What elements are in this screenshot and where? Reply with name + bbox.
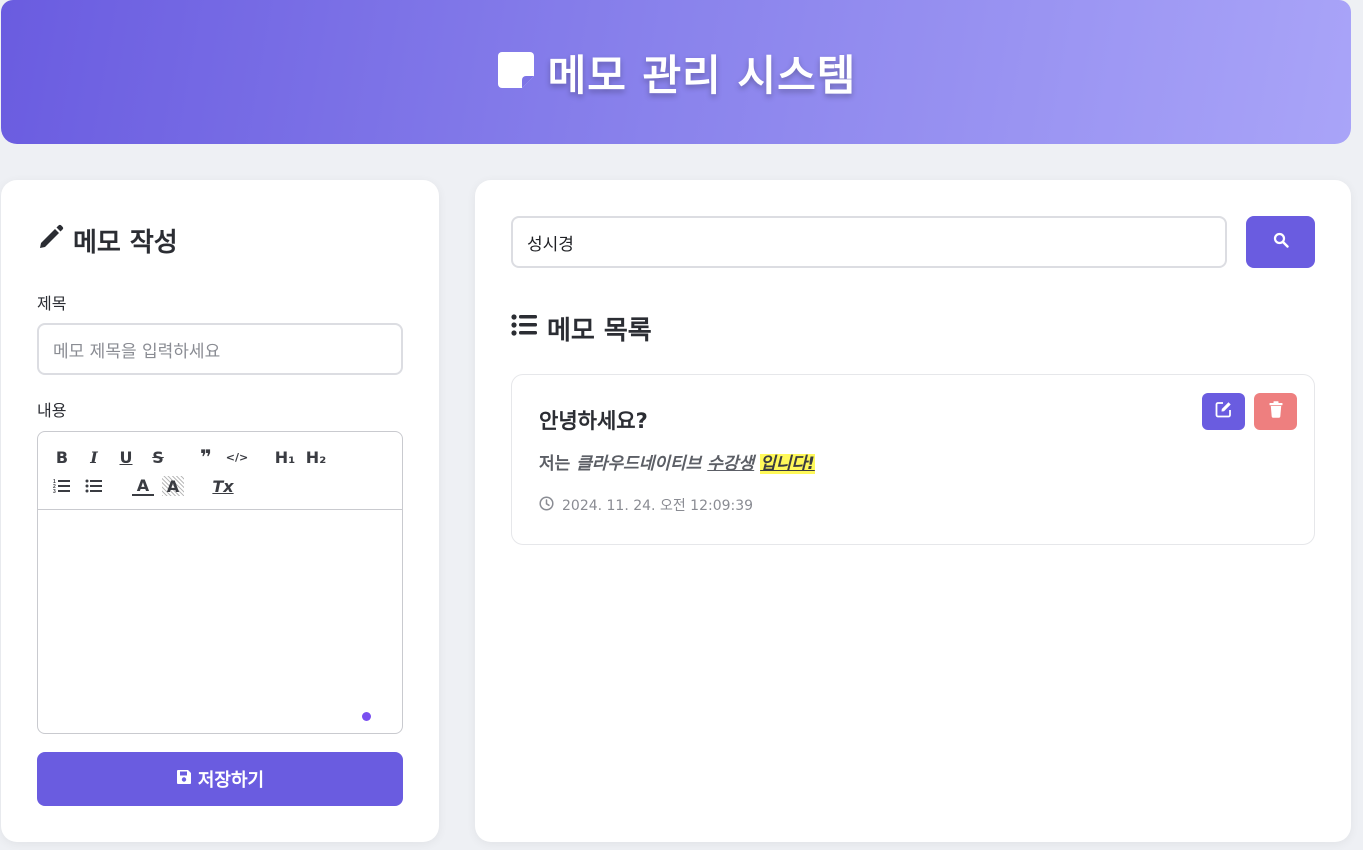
memo-title-input[interactable]: 메모 제목을 입력하세요 <box>37 323 403 375</box>
edit-button[interactable] <box>1202 393 1245 430</box>
memo-content-highlight: 입니다! <box>760 454 815 474</box>
clear-format-button[interactable]: Tx <box>212 476 234 496</box>
title-label: 제목 <box>37 294 67 313</box>
resize-dot <box>362 712 371 721</box>
code-button[interactable]: </> <box>226 447 248 467</box>
background-color-button[interactable]: A <box>162 476 184 496</box>
editor-content-area[interactable] <box>38 510 402 733</box>
save-button[interactable]: 저장하기 <box>37 752 403 806</box>
pencil-icon <box>37 223 65 258</box>
italic-button[interactable]: I <box>83 447 105 467</box>
save-button-label: 저장하기 <box>197 770 265 791</box>
memo-title: 안녕하세요? <box>539 409 648 433</box>
sticky-note-icon <box>496 50 536 94</box>
trash-icon <box>1269 401 1283 422</box>
page-title: 메모 관리 시스템 <box>547 50 857 100</box>
memo-content-italic: 클라우드네이티브 <box>576 454 702 474</box>
search-icon <box>1273 232 1289 252</box>
list-icon <box>511 313 539 344</box>
memo-date: 2024. 11. 24. 오전 12:09:39 <box>539 495 753 515</box>
editor-heading: 메모 작성 <box>37 222 178 259</box>
clock-icon <box>539 495 554 515</box>
memo-content-plain: 저는 <box>539 454 577 474</box>
memo-list-panel: 성시경 메모 목록 안녕하세요? 저는 클라우드네이티브 수강생 입니다! 20… <box>475 180 1351 842</box>
bold-button[interactable]: B <box>51 447 73 467</box>
memo-editor-panel: 메모 작성 제목 메모 제목을 입력하세요 내용 B I U S ❞ </> H… <box>1 180 439 842</box>
bullet-list-icon[interactable] <box>83 476 105 496</box>
ordered-list-icon[interactable]: 1 2 3 <box>51 476 73 496</box>
app-header: 메모 관리 시스템 <box>1 0 1351 144</box>
search-input[interactable]: 성시경 <box>511 216 1227 268</box>
search-input-value: 성시경 <box>527 234 574 255</box>
strike-button[interactable]: S <box>147 447 169 467</box>
h1-button[interactable]: H₁ <box>274 447 296 467</box>
memo-date-text: 2024. 11. 24. 오전 12:09:39 <box>562 498 754 514</box>
text-color-button[interactable]: A <box>132 476 154 496</box>
editor-toolbar: B I U S ❞ </> H₁ H₂ 1 2 3 A A Tx <box>38 432 402 510</box>
editor-heading-text: 메모 작성 <box>73 228 178 258</box>
edit-icon <box>1215 401 1232 422</box>
memo-content: 저는 클라우드네이티브 수강생 입니다! <box>539 449 815 474</box>
memo-card[interactable]: 안녕하세요? 저는 클라우드네이티브 수강생 입니다! 2024. 11. 24… <box>511 374 1315 545</box>
memo-list-heading-text: 메모 목록 <box>547 316 652 346</box>
rich-text-editor[interactable]: B I U S ❞ </> H₁ H₂ 1 2 3 A A Tx <box>37 431 403 734</box>
underline-button[interactable]: U <box>115 447 137 467</box>
svg-text:3: 3 <box>53 489 56 494</box>
blockquote-button[interactable]: ❞ <box>195 445 217 469</box>
content-label: 내용 <box>37 401 67 420</box>
memo-title-placeholder: 메모 제목을 입력하세요 <box>53 341 221 362</box>
header-title-wrap: 메모 관리 시스템 <box>496 42 857 103</box>
delete-button[interactable] <box>1254 393 1297 430</box>
h2-button[interactable]: H₂ <box>305 447 327 467</box>
floppy-disk-icon <box>176 769 192 790</box>
memo-content-underline: 수강생 <box>707 454 755 474</box>
search-button[interactable] <box>1246 216 1315 268</box>
memo-list-heading: 메모 목록 <box>511 310 652 347</box>
